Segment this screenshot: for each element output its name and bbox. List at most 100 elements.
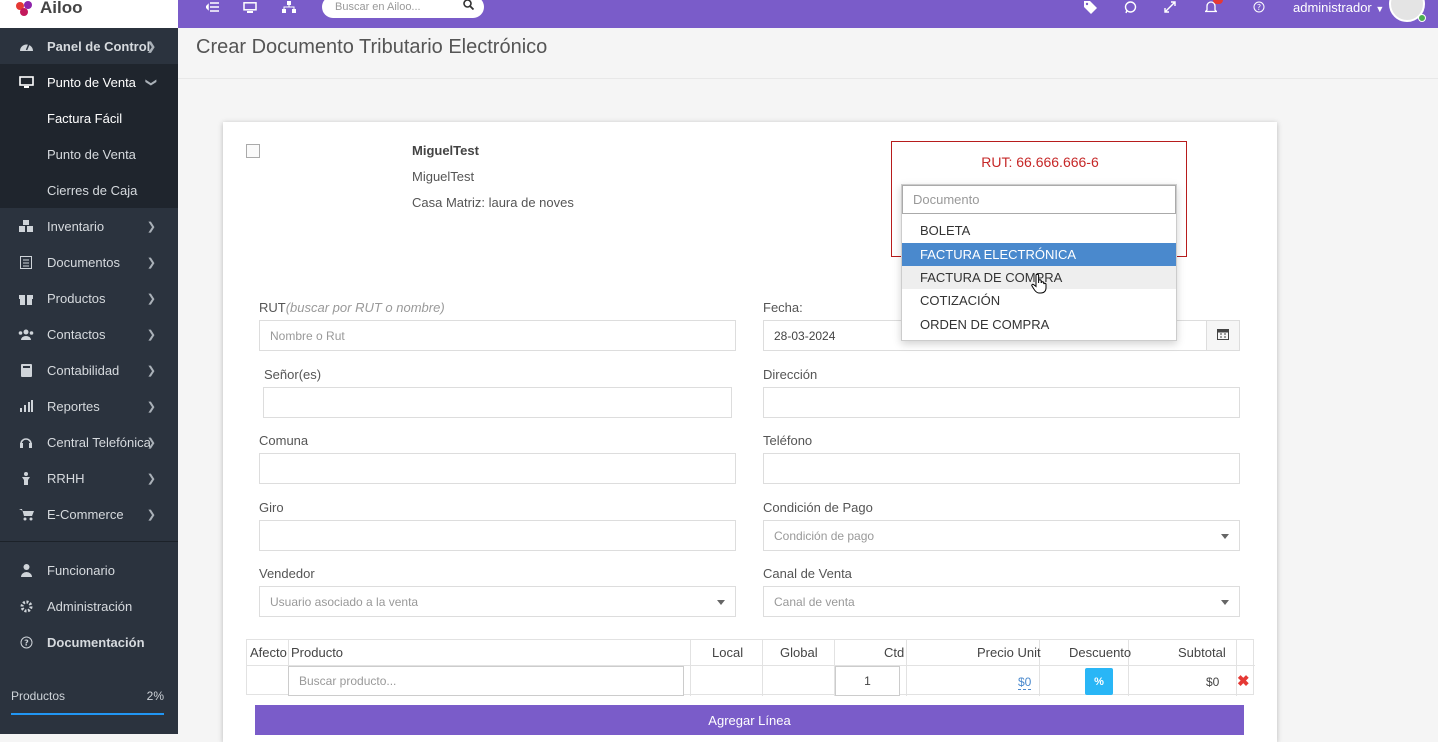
sidebar-item-label: Funcionario: [47, 562, 115, 578]
fullscreen-icon[interactable]: [1161, 0, 1179, 14]
sidebar-item-label: Contabilidad: [47, 362, 120, 378]
online-status-dot: [1418, 14, 1426, 22]
discount-button[interactable]: %: [1085, 668, 1113, 695]
page-title: Crear Documento Tributario Electrónico: [196, 36, 548, 58]
column-divider: [906, 640, 907, 696]
caret-down-icon: [717, 600, 725, 605]
quantity-input[interactable]: 1: [835, 666, 900, 696]
help-icon[interactable]: ?: [1250, 0, 1268, 14]
sidebar-item-central-telefonica[interactable]: Central Telefónica ❯: [0, 424, 178, 460]
search-icon[interactable]: [463, 0, 475, 13]
header-subtotal: Subtotal: [1178, 645, 1226, 660]
chevron-right-icon: ❯: [146, 329, 156, 341]
sidebar-subitem-punto-de-venta[interactable]: Punto de Venta: [0, 136, 178, 172]
comuna-input[interactable]: [259, 453, 736, 484]
subtotal-value: $0: [1206, 675, 1220, 689]
sitemap-icon[interactable]: [280, 0, 298, 14]
option-factura-electronica[interactable]: FACTURA ELECTRÓNICA: [902, 243, 1176, 266]
company-name: MiguelTest: [412, 143, 479, 158]
sidebar-item-contabilidad[interactable]: Contabilidad ❯: [0, 352, 178, 388]
rut-input[interactable]: Nombre o Rut: [259, 320, 736, 351]
caret-down-icon: [1221, 534, 1229, 539]
whatsapp-icon[interactable]: [1121, 0, 1139, 14]
giro-input[interactable]: [259, 520, 736, 551]
svg-text:?: ?: [1257, 3, 1261, 12]
chevron-right-icon: ❯: [146, 473, 156, 485]
menu-toggle-icon[interactable]: [203, 0, 221, 14]
sidebar-item-label: Administración: [47, 598, 133, 614]
sidebar-item-label: Documentación: [47, 634, 145, 650]
search-input[interactable]: Buscar en Ailoo...: [322, 0, 484, 18]
chevron-right-icon: ❯: [146, 509, 156, 521]
chevron-right-icon: ❯: [146, 401, 156, 413]
sidebar-item-label: Central Telefónica: [47, 434, 151, 450]
sidebar-item-e-commerce[interactable]: E-Commerce ❯: [0, 496, 178, 532]
user-name: administrador: [1293, 0, 1372, 15]
sidebar-item-rrhh[interactable]: RRHH ❯: [0, 460, 178, 496]
telefono-input[interactable]: [763, 453, 1240, 484]
monitor-icon[interactable]: [241, 0, 259, 14]
brand[interactable]: Ailoo: [0, 0, 178, 28]
sidebar-item-inventario[interactable]: Inventario ❯: [0, 208, 178, 244]
fecha-label: Fecha:: [763, 300, 803, 315]
sidebar-subitem-factura-facil[interactable]: Factura Fácil: [0, 100, 178, 136]
sidebar-item-label: Panel de Control: [47, 38, 151, 54]
senor-input[interactable]: [263, 387, 732, 418]
document-search-input[interactable]: Documento: [902, 185, 1176, 214]
sidebar-item-documentos[interactable]: Documentos ❯: [0, 244, 178, 280]
calendar-button[interactable]: [1206, 320, 1240, 351]
progress-label: Productos: [11, 689, 66, 703]
chevron-right-icon: ❯: [146, 41, 156, 53]
option-boleta[interactable]: BOLETA: [902, 219, 1176, 242]
sidebar-item-panel-de-control[interactable]: Panel de Control ❯: [0, 28, 178, 64]
calendar-icon: [1217, 328, 1229, 343]
sidebar-item-documentacion[interactable]: ? Documentación: [0, 624, 178, 660]
help-icon: ?: [18, 635, 34, 649]
list-icon: [18, 255, 34, 269]
user-icon: [18, 563, 34, 577]
canal-label: Canal de Venta: [763, 566, 852, 581]
chevron-right-icon: ❯: [146, 257, 156, 269]
ailoo-logo-icon: [16, 1, 34, 23]
sidebar-item-funcionario[interactable]: Funcionario: [0, 552, 178, 588]
unit-price-link[interactable]: $0: [1018, 675, 1032, 690]
gear-icon: [18, 599, 34, 613]
canal-select[interactable]: Canal de venta: [763, 586, 1240, 617]
column-divider: [690, 640, 691, 696]
title-divider: [178, 78, 1438, 79]
users-icon: [18, 327, 34, 341]
user-menu[interactable]: administrador ▼: [1293, 0, 1384, 15]
company-address: Casa Matriz: laura de noves: [412, 195, 574, 210]
delete-row-icon[interactable]: ✖: [1237, 672, 1250, 690]
direccion-input[interactable]: [763, 387, 1240, 418]
notification-badge: [1213, 0, 1223, 4]
product-search-input[interactable]: Buscar producto...: [288, 666, 684, 696]
sidebar-item-productos[interactable]: Productos ❯: [0, 280, 178, 316]
sidebar-subitem-cierres-de-caja[interactable]: Cierres de Caja: [0, 172, 178, 208]
sidebar-item-punto-de-venta[interactable]: Punto de Venta ❯: [0, 64, 178, 100]
sidebar-item-reportes[interactable]: Reportes ❯: [0, 388, 178, 424]
column-divider: [762, 640, 763, 696]
option-orden-de-compra[interactable]: ORDEN DE COMPRA: [902, 313, 1176, 336]
condicion-select[interactable]: Condición de pago: [763, 520, 1240, 551]
headset-icon: [18, 435, 34, 449]
bar-chart-icon: [18, 399, 34, 413]
product-table: Afecto Producto Local Global Ctd Precio …: [246, 639, 1255, 696]
document-type-dropdown[interactable]: Documento BOLETA FACTURA ELECTRÓNICA FAC…: [901, 184, 1177, 341]
progress-fill: [11, 713, 164, 715]
progress-percent: 2%: [146, 689, 164, 703]
sidebar-item-label: Inventario: [47, 218, 105, 234]
add-line-button[interactable]: Agregar Línea: [255, 705, 1244, 735]
sidebar-item-label: Punto de Venta: [47, 74, 136, 90]
sidebar-item-contactos[interactable]: Contactos ❯: [0, 316, 178, 352]
sidebar-item-administracion[interactable]: Administración: [0, 588, 178, 624]
monitor-icon: [18, 75, 34, 89]
vendedor-select[interactable]: Usuario asociado a la venta: [259, 586, 736, 617]
chevron-right-icon: ❯: [146, 221, 156, 233]
header-global: Global: [780, 645, 818, 660]
comuna-label: Comuna: [259, 433, 309, 448]
tag-icon[interactable]: [1081, 0, 1099, 14]
sidebar-item-label: Contactos: [47, 326, 106, 342]
senor-label: Señor(es): [264, 367, 322, 382]
caret-down-icon: ▼: [1375, 4, 1385, 14]
